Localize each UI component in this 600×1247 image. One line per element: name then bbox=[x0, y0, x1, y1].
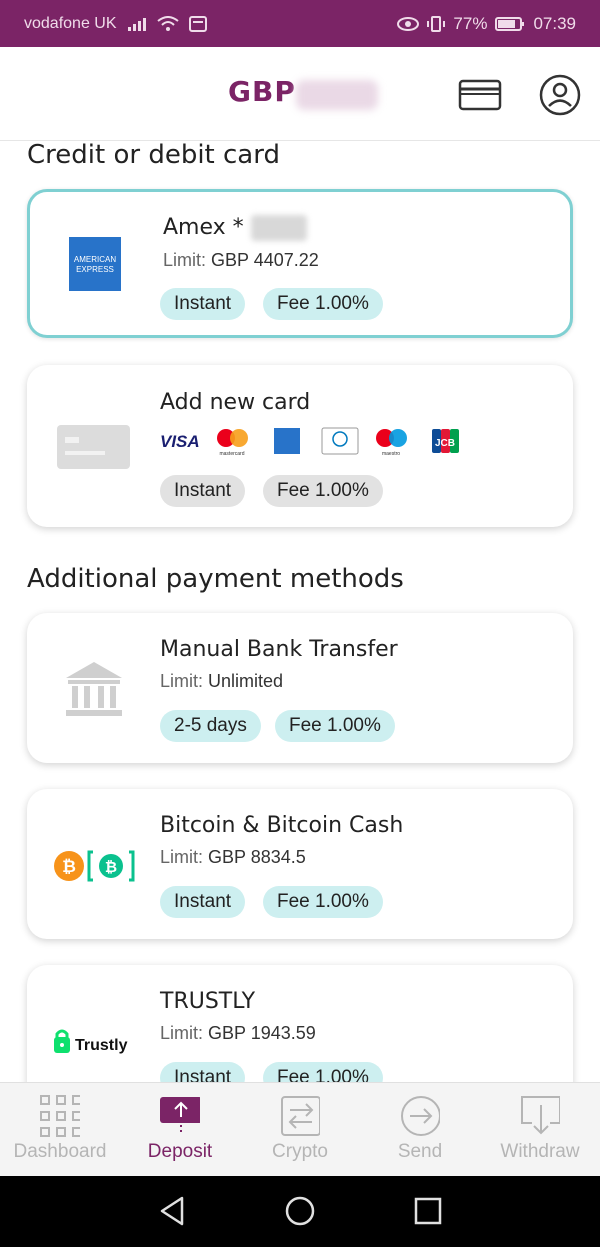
bottom-tab-bar: Dashboard Deposit Crypto Send Withdraw bbox=[0, 1082, 600, 1176]
exchange-icon bbox=[280, 1095, 320, 1137]
card-limit: Limit: GBP 4407.22 bbox=[163, 250, 319, 271]
limit-label: Limit: bbox=[160, 671, 204, 691]
mastercard-icon: mastercard bbox=[219, 451, 244, 457]
cards-button[interactable] bbox=[458, 79, 502, 115]
status-bar: vodafone UK 77% 07:39 bbox=[0, 0, 600, 47]
bank-transfer-option[interactable]: Manual Bank Transfer Limit: Unlimited 2-… bbox=[27, 613, 573, 763]
vibrate-icon bbox=[427, 15, 446, 32]
amex-logo-text-2: EXPRESS bbox=[76, 265, 114, 274]
card-brands: VISA mastercard maestro JCB bbox=[160, 427, 470, 461]
card-title: Add new card bbox=[160, 390, 311, 415]
bitcoin-option[interactable]: ₿ ₿ Bitcoin & Bitcoin Cash Limit: GBP 88… bbox=[27, 789, 573, 939]
tab-label: Withdraw bbox=[500, 1141, 580, 1162]
recents-icon[interactable] bbox=[414, 1196, 442, 1230]
eye-icon bbox=[397, 16, 420, 32]
svg-text:₿: ₿ bbox=[105, 858, 117, 876]
limit-value: GBP 1943.59 bbox=[208, 1023, 316, 1043]
system-nav-bar bbox=[0, 1176, 600, 1247]
method-title: TRUSTLY bbox=[160, 989, 256, 1014]
tab-label: Send bbox=[397, 1141, 443, 1162]
amex-logo: AMERICAN EXPRESS bbox=[69, 237, 121, 295]
sim-card-icon bbox=[188, 15, 207, 32]
balance-currency: GBP bbox=[228, 75, 296, 108]
upload-icon bbox=[160, 1095, 200, 1137]
section-title-additional: Additional payment methods bbox=[27, 564, 404, 594]
battery-icon bbox=[495, 16, 525, 32]
balance-amount-redacted bbox=[296, 80, 378, 110]
clock: 07:39 bbox=[533, 13, 576, 33]
fee-badge: Fee 1.00% bbox=[275, 710, 395, 742]
tab-label: Deposit bbox=[147, 1141, 213, 1162]
jcb-icon: JCB bbox=[435, 438, 455, 449]
trustly-logo: Trustly bbox=[53, 1029, 137, 1061]
tab-dashboard[interactable]: Dashboard bbox=[0, 1083, 120, 1177]
maestro-icon: maestro bbox=[382, 451, 400, 457]
section-title-cards: Credit or debit card bbox=[27, 140, 280, 170]
bitcoin-icon: ₿ ₿ bbox=[53, 849, 135, 887]
signal-icon bbox=[127, 16, 147, 32]
speed-badge: 2-5 days bbox=[160, 710, 261, 742]
speed-badge: Instant bbox=[160, 288, 246, 320]
profile-button[interactable] bbox=[538, 73, 582, 121]
fee-badge: Fee 1.00% bbox=[263, 288, 383, 320]
tab-label: Crypto bbox=[272, 1141, 328, 1162]
app-header: GBP bbox=[0, 47, 600, 141]
credit-card-icon bbox=[458, 79, 502, 111]
carrier-label: vodafone UK bbox=[24, 14, 117, 32]
generic-card-icon bbox=[57, 425, 130, 473]
fee-badge: Fee 1.00% bbox=[263, 475, 383, 507]
tab-deposit[interactable]: Deposit bbox=[120, 1083, 240, 1177]
tab-label: Dashboard bbox=[13, 1141, 107, 1162]
method-limit: Limit: GBP 8834.5 bbox=[160, 847, 306, 868]
limit-label: Limit: bbox=[163, 250, 207, 270]
svg-text:₿: ₿ bbox=[62, 857, 76, 877]
speed-badge: Instant bbox=[160, 475, 246, 507]
card-title-text: Amex * bbox=[163, 215, 244, 240]
limit-value: GBP 8834.5 bbox=[208, 847, 306, 867]
tab-send[interactable]: Send bbox=[360, 1083, 480, 1177]
amex-card-option[interactable]: AMERICAN EXPRESS Amex * Limit: GBP 4407.… bbox=[27, 189, 573, 338]
limit-label: Limit: bbox=[160, 1023, 204, 1043]
amex-small-icon bbox=[274, 428, 300, 454]
card-number-redacted bbox=[250, 215, 307, 241]
card-title: Amex * bbox=[163, 215, 307, 241]
user-icon bbox=[539, 74, 581, 116]
download-icon bbox=[520, 1095, 560, 1137]
method-limit: Limit: Unlimited bbox=[160, 671, 283, 692]
method-title: Bitcoin & Bitcoin Cash bbox=[160, 813, 404, 838]
method-limit: Limit: GBP 1943.59 bbox=[160, 1023, 316, 1044]
battery-percent: 77% bbox=[453, 13, 488, 33]
limit-value: GBP 4407.22 bbox=[211, 250, 319, 270]
tab-crypto[interactable]: Crypto bbox=[240, 1083, 360, 1177]
grid-icon bbox=[40, 1095, 80, 1137]
limit-label: Limit: bbox=[160, 847, 204, 867]
amex-logo-text: AMERICAN bbox=[74, 255, 116, 264]
limit-value: Unlimited bbox=[208, 671, 284, 691]
tab-withdraw[interactable]: Withdraw bbox=[480, 1083, 600, 1177]
home-icon[interactable] bbox=[285, 1196, 315, 1230]
wifi-icon bbox=[156, 15, 179, 32]
speed-badge: Instant bbox=[160, 886, 246, 918]
visa-icon: VISA bbox=[160, 432, 200, 451]
fee-badge: Fee 1.00% bbox=[263, 886, 383, 918]
method-title: Manual Bank Transfer bbox=[160, 637, 398, 662]
bank-icon bbox=[62, 658, 126, 722]
trustly-logo-text: Trustly bbox=[75, 1037, 128, 1054]
add-new-card-option[interactable]: Add new card VISA mastercard maestro JCB… bbox=[27, 365, 573, 527]
arrow-circle-icon bbox=[400, 1095, 440, 1137]
back-icon[interactable] bbox=[158, 1196, 186, 1230]
